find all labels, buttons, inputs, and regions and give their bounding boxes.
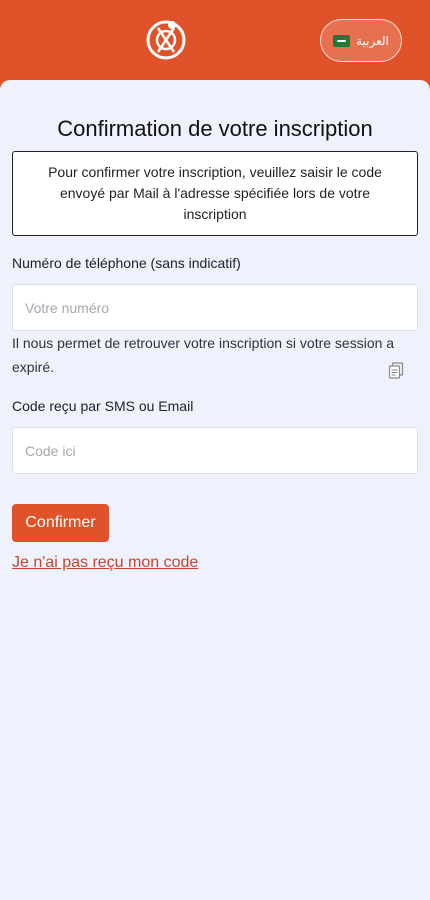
confirmation-card: Confirmation de votre inscription Pour c… [0,80,430,900]
page-title: Confirmation de votre inscription [57,116,373,141]
saudi-flag-icon [333,34,351,47]
confirm-button[interactable]: Confirmer [12,504,109,542]
language-switch-button[interactable]: العربية [320,19,402,62]
phone-help-text: Il nous permet de retrouver votre inscri… [12,335,395,375]
resend-code-link[interactable]: Je n'ai pas reçu mon code [12,554,198,572]
paste-icon[interactable] [388,362,405,379]
info-message: Pour confirmer votre inscription, veuill… [12,151,418,236]
code-input[interactable] [12,427,418,474]
language-label: العربية [356,33,389,48]
app-header: العربية [0,0,430,82]
phone-input[interactable] [12,284,418,331]
code-label: Code reçu par SMS ou Email [12,398,194,414]
phone-label: Numéro de téléphone (sans indicatif) [12,255,241,271]
brand-logo[interactable] [145,19,187,61]
